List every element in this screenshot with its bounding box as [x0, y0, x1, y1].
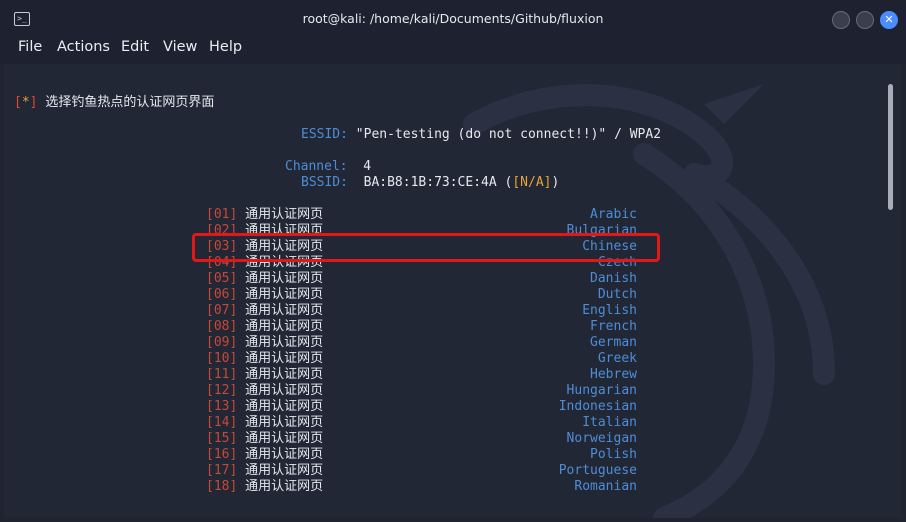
menu-view[interactable]: View	[163, 38, 197, 56]
option-text: 通用认证网页	[245, 479, 324, 494]
portal-option-row[interactable]: [07] 通用认证网页	[206, 303, 323, 319]
option-number: 05	[213, 271, 230, 286]
portal-option-row[interactable]: [09] 通用认证网页	[206, 335, 323, 351]
portal-option-row[interactable]: [05] 通用认证网页	[206, 271, 323, 287]
option-number: 18	[213, 479, 230, 494]
essid-value: "Pen-testing (do not connect!!)" / WPA2	[355, 127, 662, 142]
option-language: Norweigan	[566, 431, 637, 446]
portal-option-row[interactable]: [08] 通用认证网页	[206, 319, 323, 335]
menu-file[interactable]: File	[18, 38, 42, 56]
option-number: 13	[213, 399, 230, 414]
bssid-value: BA:B8:1B:73:CE:4A	[363, 175, 497, 190]
option-text: 通用认证网页	[245, 367, 324, 382]
option-number: 17	[213, 463, 230, 478]
option-number: 15	[213, 431, 230, 446]
option-text: 通用认证网页	[245, 335, 324, 350]
menu-actions[interactable]: Actions	[57, 38, 110, 56]
option-text: 通用认证网页	[245, 207, 324, 222]
essid-line: ESSID: "Pen-testing (do not connect!!)" …	[301, 127, 662, 142]
channel-line: Channel: 4	[285, 159, 372, 174]
option-number: 01	[213, 207, 230, 222]
option-text: 通用认证网页	[245, 319, 324, 334]
scrollbar-thumb[interactable]	[888, 84, 893, 210]
option-text: 通用认证网页	[245, 399, 324, 414]
option-number: 14	[213, 415, 230, 430]
close-button[interactable]: ✕	[880, 11, 898, 29]
menu-edit[interactable]: Edit	[121, 38, 149, 56]
window-title: root@kali: /home/kali/Documents/Github/f…	[302, 11, 604, 26]
portal-option-row[interactable]: [01] 通用认证网页	[206, 207, 323, 223]
option-number: 16	[213, 447, 230, 462]
option-number: 10	[213, 351, 230, 366]
portal-option-row[interactable]: [17] 通用认证网页	[206, 463, 323, 479]
option-language: Hungarian	[566, 383, 637, 398]
option-number: 06	[213, 287, 230, 302]
option-language: Polish	[590, 447, 637, 462]
maximize-button[interactable]	[856, 11, 874, 29]
close-icon: ✕	[884, 13, 894, 26]
title-bar: >_ root@kali: /home/kali/Documents/Githu…	[0, 0, 906, 39]
option-text: 通用认证网页	[245, 431, 324, 446]
bssid-vendor: N/A	[520, 175, 544, 190]
option-text: 通用认证网页	[245, 415, 324, 430]
portal-option-row[interactable]: [06] 通用认证网页	[206, 287, 323, 303]
option-language: Arabic	[590, 207, 637, 222]
menu-help[interactable]: Help	[209, 38, 242, 56]
option-number: 07	[213, 303, 230, 318]
option-text: 通用认证网页	[245, 303, 324, 318]
portal-option-row[interactable]: [13] 通用认证网页	[206, 399, 323, 415]
option-language: German	[590, 335, 637, 350]
option-number: 09	[213, 335, 230, 350]
bssid-line: BSSID: BA:B8:1B:73:CE:4A ([N/A])	[301, 175, 560, 190]
option-text: 通用认证网页	[245, 447, 324, 462]
option-language: French	[590, 319, 637, 334]
option-text: 通用认证网页	[245, 351, 324, 366]
option-text: 通用认证网页	[245, 383, 324, 398]
option-number: 12	[213, 383, 230, 398]
option-text: 通用认证网页	[245, 271, 324, 286]
option-text: 通用认证网页	[245, 463, 324, 478]
portal-option-row[interactable]: [11] 通用认证网页	[206, 367, 323, 383]
portal-option-row[interactable]: [14] 通用认证网页	[206, 415, 323, 431]
option-language: Romanian	[574, 479, 637, 494]
highlight-box	[192, 233, 660, 262]
option-number: 08	[213, 319, 230, 334]
option-language: Italian	[582, 415, 637, 430]
menu-bar: File Actions Edit View Help	[0, 38, 906, 64]
heading-text: 选择钓鱼热点的认证网页界面	[45, 95, 215, 110]
option-language: Dutch	[597, 287, 637, 302]
portal-option-row[interactable]: [10] 通用认证网页	[206, 351, 323, 367]
option-language: Greek	[597, 351, 637, 366]
minimize-button[interactable]	[832, 11, 850, 29]
portal-option-row[interactable]: [16] 通用认证网页	[206, 447, 323, 463]
option-text: 通用认证网页	[245, 287, 324, 302]
option-number: 11	[213, 367, 230, 382]
portal-option-row[interactable]: [18] 通用认证网页	[206, 479, 323, 495]
terminal-area[interactable]: [*] 选择钓鱼热点的认证网页界面 ESSID: "Pen-testing (d…	[4, 64, 902, 518]
option-language: Hebrew	[590, 367, 637, 382]
portal-option-row[interactable]: [12] 通用认证网页	[206, 383, 323, 399]
channel-value: 4	[363, 159, 372, 174]
portal-option-row[interactable]: [15] 通用认证网页	[206, 431, 323, 447]
option-language: Indonesian	[558, 399, 637, 414]
option-language: Danish	[590, 271, 637, 286]
heading-line: [*] 选择钓鱼热点的认证网页界面	[14, 95, 215, 110]
option-language: English	[582, 303, 637, 318]
option-language: Portuguese	[558, 463, 637, 478]
